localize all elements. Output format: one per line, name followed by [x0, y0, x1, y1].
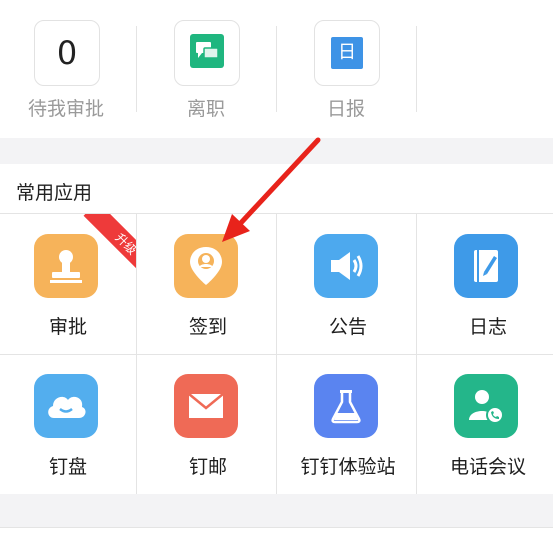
calendar-day-icon: 日 — [331, 37, 363, 69]
daily-report-stat[interactable]: 日 日报 — [280, 0, 420, 138]
app-ding-drive[interactable]: 钉盘 — [0, 354, 136, 494]
app-approval[interactable]: 升级 审批 — [0, 214, 136, 354]
app-phone-conference[interactable]: 电话会议 — [420, 354, 553, 494]
app-label: 电话会议 — [449, 456, 526, 478]
app-label: 签到 — [188, 316, 227, 338]
upgrade-badge-text: 升级 — [83, 214, 136, 287]
mail-icon — [174, 374, 238, 438]
app-log[interactable]: 日志 — [420, 214, 553, 354]
divider — [276, 26, 277, 112]
megaphone-icon — [314, 234, 378, 298]
resignation-icon-box — [174, 20, 240, 86]
app-ding-mail[interactable]: 钉邮 — [140, 354, 276, 494]
divider — [416, 26, 417, 112]
divider — [136, 26, 137, 112]
app-label: 钉钉体验站 — [300, 456, 396, 478]
quick-stats-bar: 0 待我审批 离职 日 日报 — [0, 0, 553, 138]
phone-user-icon — [454, 374, 518, 438]
upgrade-badge: 升级 — [68, 214, 136, 304]
grid-divider — [416, 214, 417, 494]
chat-icon — [190, 34, 224, 72]
pending-approval-count-box: 0 — [34, 20, 100, 86]
flask-icon — [314, 374, 378, 438]
pending-approval-label: 待我审批 — [27, 98, 104, 120]
resignation-stat[interactable]: 离职 — [140, 0, 280, 138]
resignation-label: 离职 — [186, 98, 225, 120]
app-label: 钉邮 — [188, 456, 227, 478]
notebook-pen-icon — [454, 234, 518, 298]
grid-divider — [276, 214, 277, 494]
app-check-in[interactable]: 签到 — [140, 214, 276, 354]
grid-divider — [136, 214, 137, 494]
location-pin-icon — [174, 234, 238, 298]
app-ding-experience[interactable]: 钉钉体验站 — [280, 354, 416, 494]
app-label: 公告 — [328, 316, 367, 338]
app-announcement[interactable]: 公告 — [280, 214, 416, 354]
common-apps-section: 常用应用 升级 审批 签到 公告 日志 钉盘 钉邮 钉钉体验站 电话会议 — [0, 164, 553, 494]
daily-report-label: 日报 — [326, 98, 365, 120]
daily-report-icon-box: 日 — [314, 20, 380, 86]
section-title: 常用应用 — [16, 182, 93, 204]
pending-approval-stat[interactable]: 0 待我审批 — [0, 0, 140, 138]
app-label: 审批 — [48, 316, 87, 338]
app-label: 钉盘 — [48, 456, 87, 478]
pending-approval-count: 0 — [56, 34, 78, 72]
cloud-icon — [34, 374, 98, 438]
app-label: 日志 — [468, 316, 507, 338]
